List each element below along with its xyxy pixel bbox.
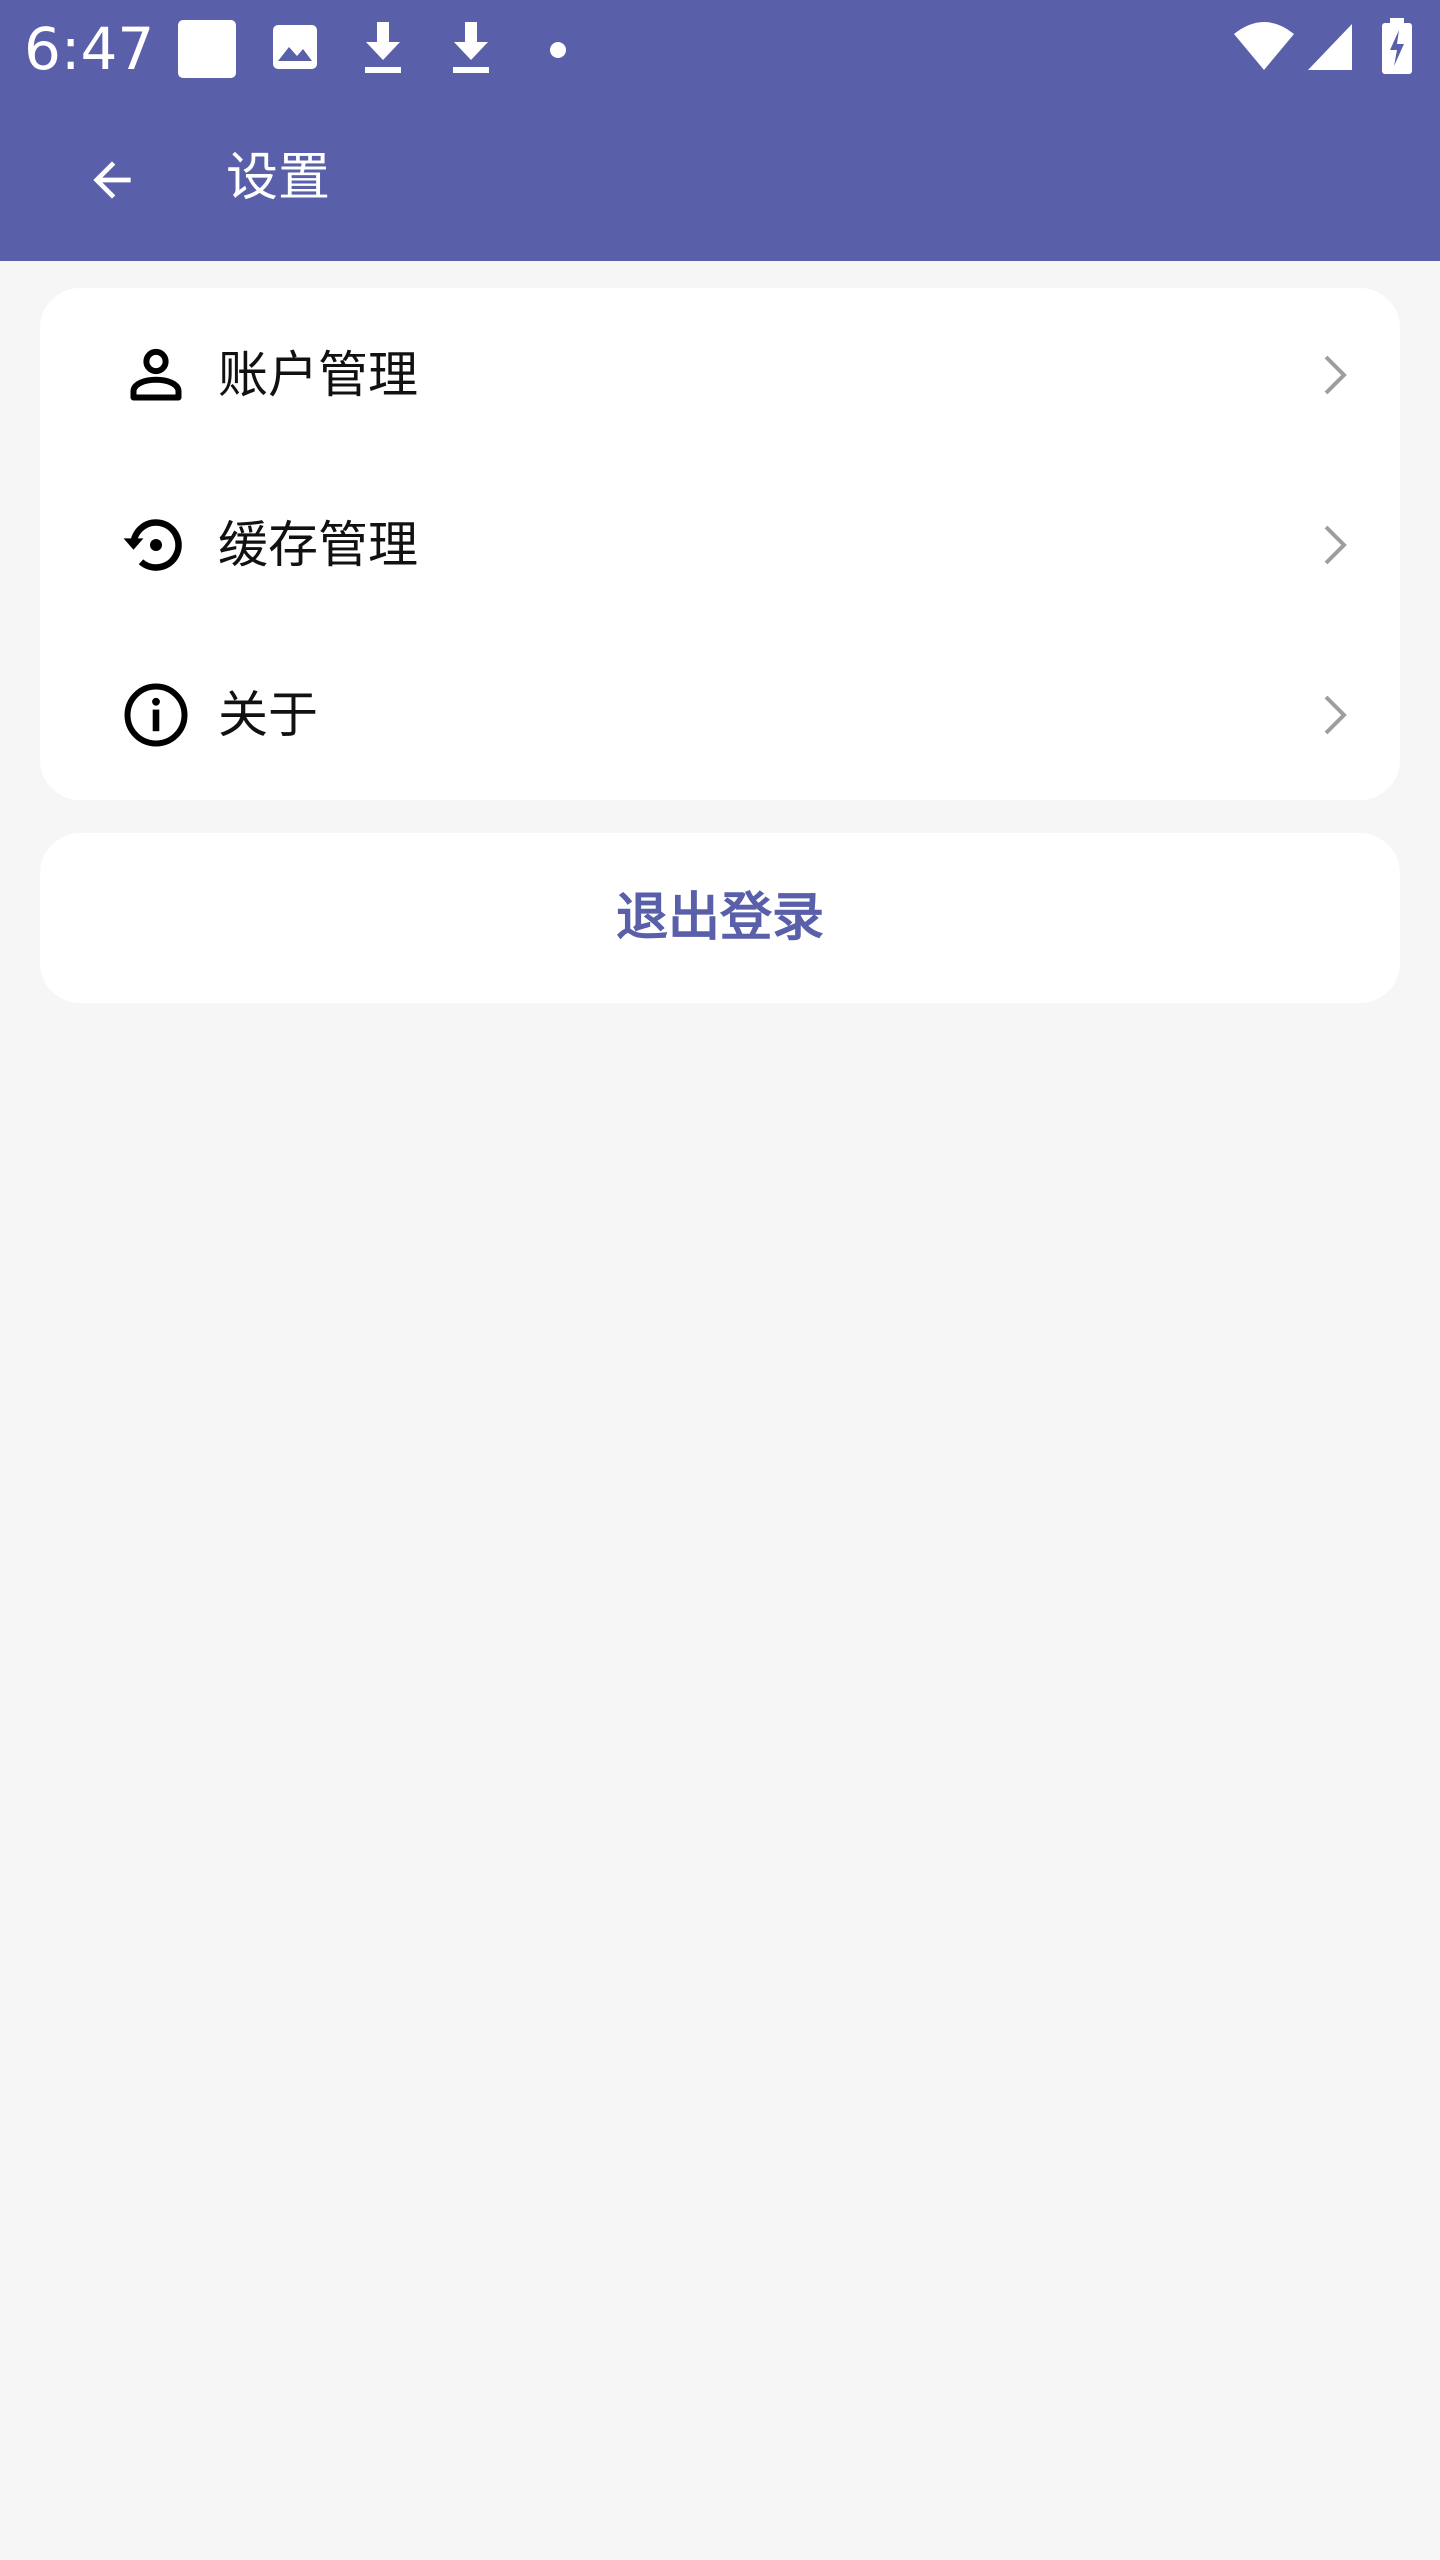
restore-icon	[123, 519, 182, 571]
settings-menu-card: 账户管理 缓存管理 关于	[40, 288, 1400, 800]
dot-icon	[550, 42, 566, 58]
status-time: 6:47	[24, 15, 155, 83]
image-icon	[273, 25, 317, 69]
chevron-right-icon	[1324, 525, 1347, 565]
battery-charging-icon	[1382, 18, 1412, 74]
menu-item-about[interactable]: 关于	[40, 630, 1400, 800]
chevron-right-icon	[1324, 695, 1347, 735]
menu-item-account-management[interactable]: 账户管理	[40, 290, 1400, 460]
page-title: 设置	[226, 148, 331, 208]
arrow-back-icon	[93, 161, 131, 199]
logout-button[interactable]: 退出登录	[40, 833, 1400, 1003]
menu-item-label: 关于	[218, 686, 318, 744]
app-bar: 设置	[0, 96, 1440, 261]
square-notification-icon	[178, 20, 236, 78]
chevron-right-icon	[1324, 355, 1347, 395]
back-button[interactable]	[60, 128, 164, 232]
download-icon	[365, 22, 401, 73]
person-icon	[130, 348, 182, 401]
wifi-icon	[1234, 22, 1294, 70]
menu-item-label: 缓存管理	[218, 516, 418, 574]
menu-item-cache-management[interactable]: 缓存管理	[40, 460, 1400, 630]
info-icon	[124, 683, 188, 747]
download-icon	[453, 22, 489, 73]
top-bars: 6:47 设置	[0, 0, 1440, 261]
menu-item-label: 账户管理	[218, 346, 418, 404]
cellular-signal-icon	[1308, 24, 1352, 70]
logout-label: 退出登录	[615, 888, 824, 948]
status-bar: 6:47	[0, 0, 1440, 96]
